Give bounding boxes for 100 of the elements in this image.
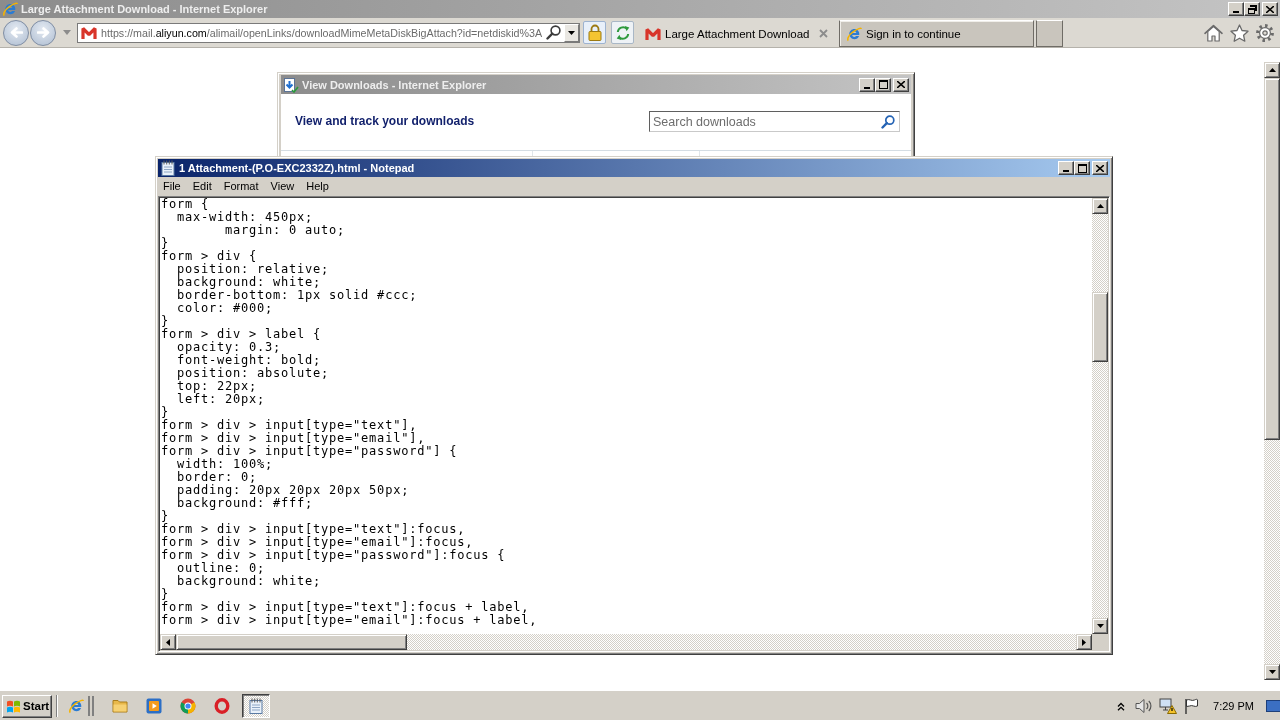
m-logo-icon <box>645 27 661 40</box>
back-arrow-icon <box>9 27 23 38</box>
code-line: } <box>161 510 169 523</box>
refresh-icon <box>614 24 631 41</box>
scroll-thumb[interactable] <box>1092 292 1108 362</box>
code-line: background: #fff; <box>176 497 314 510</box>
code-line: form > div > input[type="text"]:focus + label, <box>161 601 530 614</box>
menu-item[interactable]: View <box>265 179 300 194</box>
down-arrow-icon <box>1096 624 1104 628</box>
code-line: position: relative; <box>176 263 330 276</box>
right-arrow-icon <box>1082 638 1086 646</box>
close-button[interactable] <box>1262 2 1278 16</box>
code-line: position: absolute; <box>176 367 330 380</box>
m-logo-icon <box>81 26 97 39</box>
address-bar[interactable]: https://mail.aliyun.com/alimail/openLinks/downloadMimeMetaDiskBigAttach?id=netdiskid%3A <box>77 22 580 43</box>
back-button[interactable] <box>3 19 29 46</box>
code-line: form > div > input[type="password"] { <box>161 445 458 458</box>
restore-icon <box>1247 4 1257 14</box>
clock: 7:29 PM <box>1213 700 1254 712</box>
code-line: max-width: 450px; <box>176 211 314 224</box>
close-icon <box>897 81 905 88</box>
scroll-thumb[interactable] <box>1264 78 1280 440</box>
menu-item[interactable]: Edit <box>187 179 217 194</box>
code-line: form > div > label { <box>161 328 322 341</box>
scroll-right-button[interactable] <box>1076 634 1092 650</box>
menu-item[interactable]: Help <box>301 179 334 194</box>
new-tab-button[interactable] <box>1036 20 1063 47</box>
code-line: } <box>161 406 169 419</box>
code-line: } <box>161 237 169 250</box>
windows-flag-icon <box>6 698 21 714</box>
code-line: form > div > input[type="text"]:focus, <box>161 523 466 536</box>
code-line: left: 20px; <box>176 393 266 406</box>
horizontal-scrollbar[interactable] <box>160 634 1092 650</box>
code-line: color: #000; <box>176 302 274 315</box>
restore-button[interactable] <box>1244 2 1260 16</box>
scroll-left-button[interactable] <box>160 634 176 650</box>
refresh-button[interactable] <box>611 21 634 44</box>
code-line: form { <box>161 198 210 211</box>
code-line: form > div > input[type="email"]:focus, <box>161 536 474 549</box>
opera-icon[interactable] <box>214 698 230 714</box>
address-dropdown-button[interactable] <box>564 23 579 42</box>
code-line: background: white; <box>176 575 322 588</box>
left-arrow-icon <box>166 638 170 646</box>
star-icon[interactable] <box>1230 23 1249 42</box>
up-arrow-icon <box>1096 204 1104 208</box>
flag-icon[interactable] <box>1184 698 1200 714</box>
window-title: 1 Attachment-(P.O-EXC2332Z).html - Notepad <box>179 162 416 174</box>
forward-button[interactable] <box>30 19 56 46</box>
code-line: form > div > input[type="text"], <box>161 419 418 432</box>
code-line: form > div > input[type="email"]:focus + label, <box>161 614 538 627</box>
code-line: } <box>161 588 169 601</box>
minimize-button[interactable] <box>859 77 875 92</box>
notepad-icon <box>248 698 264 714</box>
close-button[interactable] <box>1092 161 1108 175</box>
minimize-icon <box>1063 170 1069 172</box>
minimize-icon <box>1233 11 1239 13</box>
maximize-icon <box>878 80 888 89</box>
start-button[interactable]: Start <box>2 694 52 718</box>
internet-explorer-icon <box>846 25 862 42</box>
vertical-scrollbar[interactable] <box>1092 198 1108 634</box>
scroll-down-button[interactable] <box>1264 664 1280 680</box>
minimize-icon <box>864 86 870 89</box>
scroll-down-button[interactable] <box>1092 618 1108 634</box>
code-line: outline: 0; <box>176 562 266 575</box>
speaker-icon[interactable] <box>1135 698 1154 714</box>
browser-tab[interactable]: Sign in to continue <box>839 20 1034 47</box>
taskbar-button[interactable] <box>242 694 270 718</box>
padlock-icon <box>587 24 602 41</box>
chrome-icon[interactable] <box>180 698 196 714</box>
media-player-icon[interactable] <box>146 698 162 714</box>
maximize-button[interactable] <box>1074 161 1090 175</box>
maximize-button[interactable] <box>875 77 891 92</box>
close-button[interactable] <box>893 77 909 92</box>
home-icon[interactable] <box>1204 23 1223 42</box>
search-icon[interactable] <box>881 115 895 129</box>
code-line: background: white; <box>176 276 322 289</box>
toolbar-grip-icon[interactable] <box>88 696 94 716</box>
internet-explorer-icon[interactable] <box>68 698 84 714</box>
window-title: View Downloads - Internet Explorer <box>302 78 488 91</box>
menu-item[interactable]: File <box>158 179 186 194</box>
scroll-thumb[interactable] <box>176 634 407 650</box>
close-icon <box>1096 164 1104 172</box>
chevron-up-icon[interactable] <box>1117 701 1126 711</box>
search-field[interactable]: Search downloads <box>649 111 900 132</box>
scroll-up-button[interactable] <box>1092 198 1108 214</box>
search-icon[interactable] <box>546 25 561 40</box>
downloads-heading: View and track your downloads <box>295 114 475 128</box>
caret-down-icon <box>568 30 575 35</box>
minimize-button[interactable] <box>1228 2 1244 16</box>
network-icon[interactable] <box>1159 698 1178 714</box>
settings-icon[interactable] <box>1256 23 1274 42</box>
scroll-up-button[interactable] <box>1264 62 1280 78</box>
code-line: width: 100%; <box>176 458 274 471</box>
code-line: border-bottom: 1px solid #ccc; <box>176 289 418 302</box>
vertical-scrollbar[interactable] <box>1264 62 1280 680</box>
minimize-button[interactable] <box>1058 161 1074 175</box>
menu-item[interactable]: Format <box>218 179 264 194</box>
up-arrow-icon <box>1268 68 1276 72</box>
code-line: font-weight: bold; <box>176 354 322 367</box>
window-title: Large Attachment Download - Internet Explorer <box>21 3 269 15</box>
